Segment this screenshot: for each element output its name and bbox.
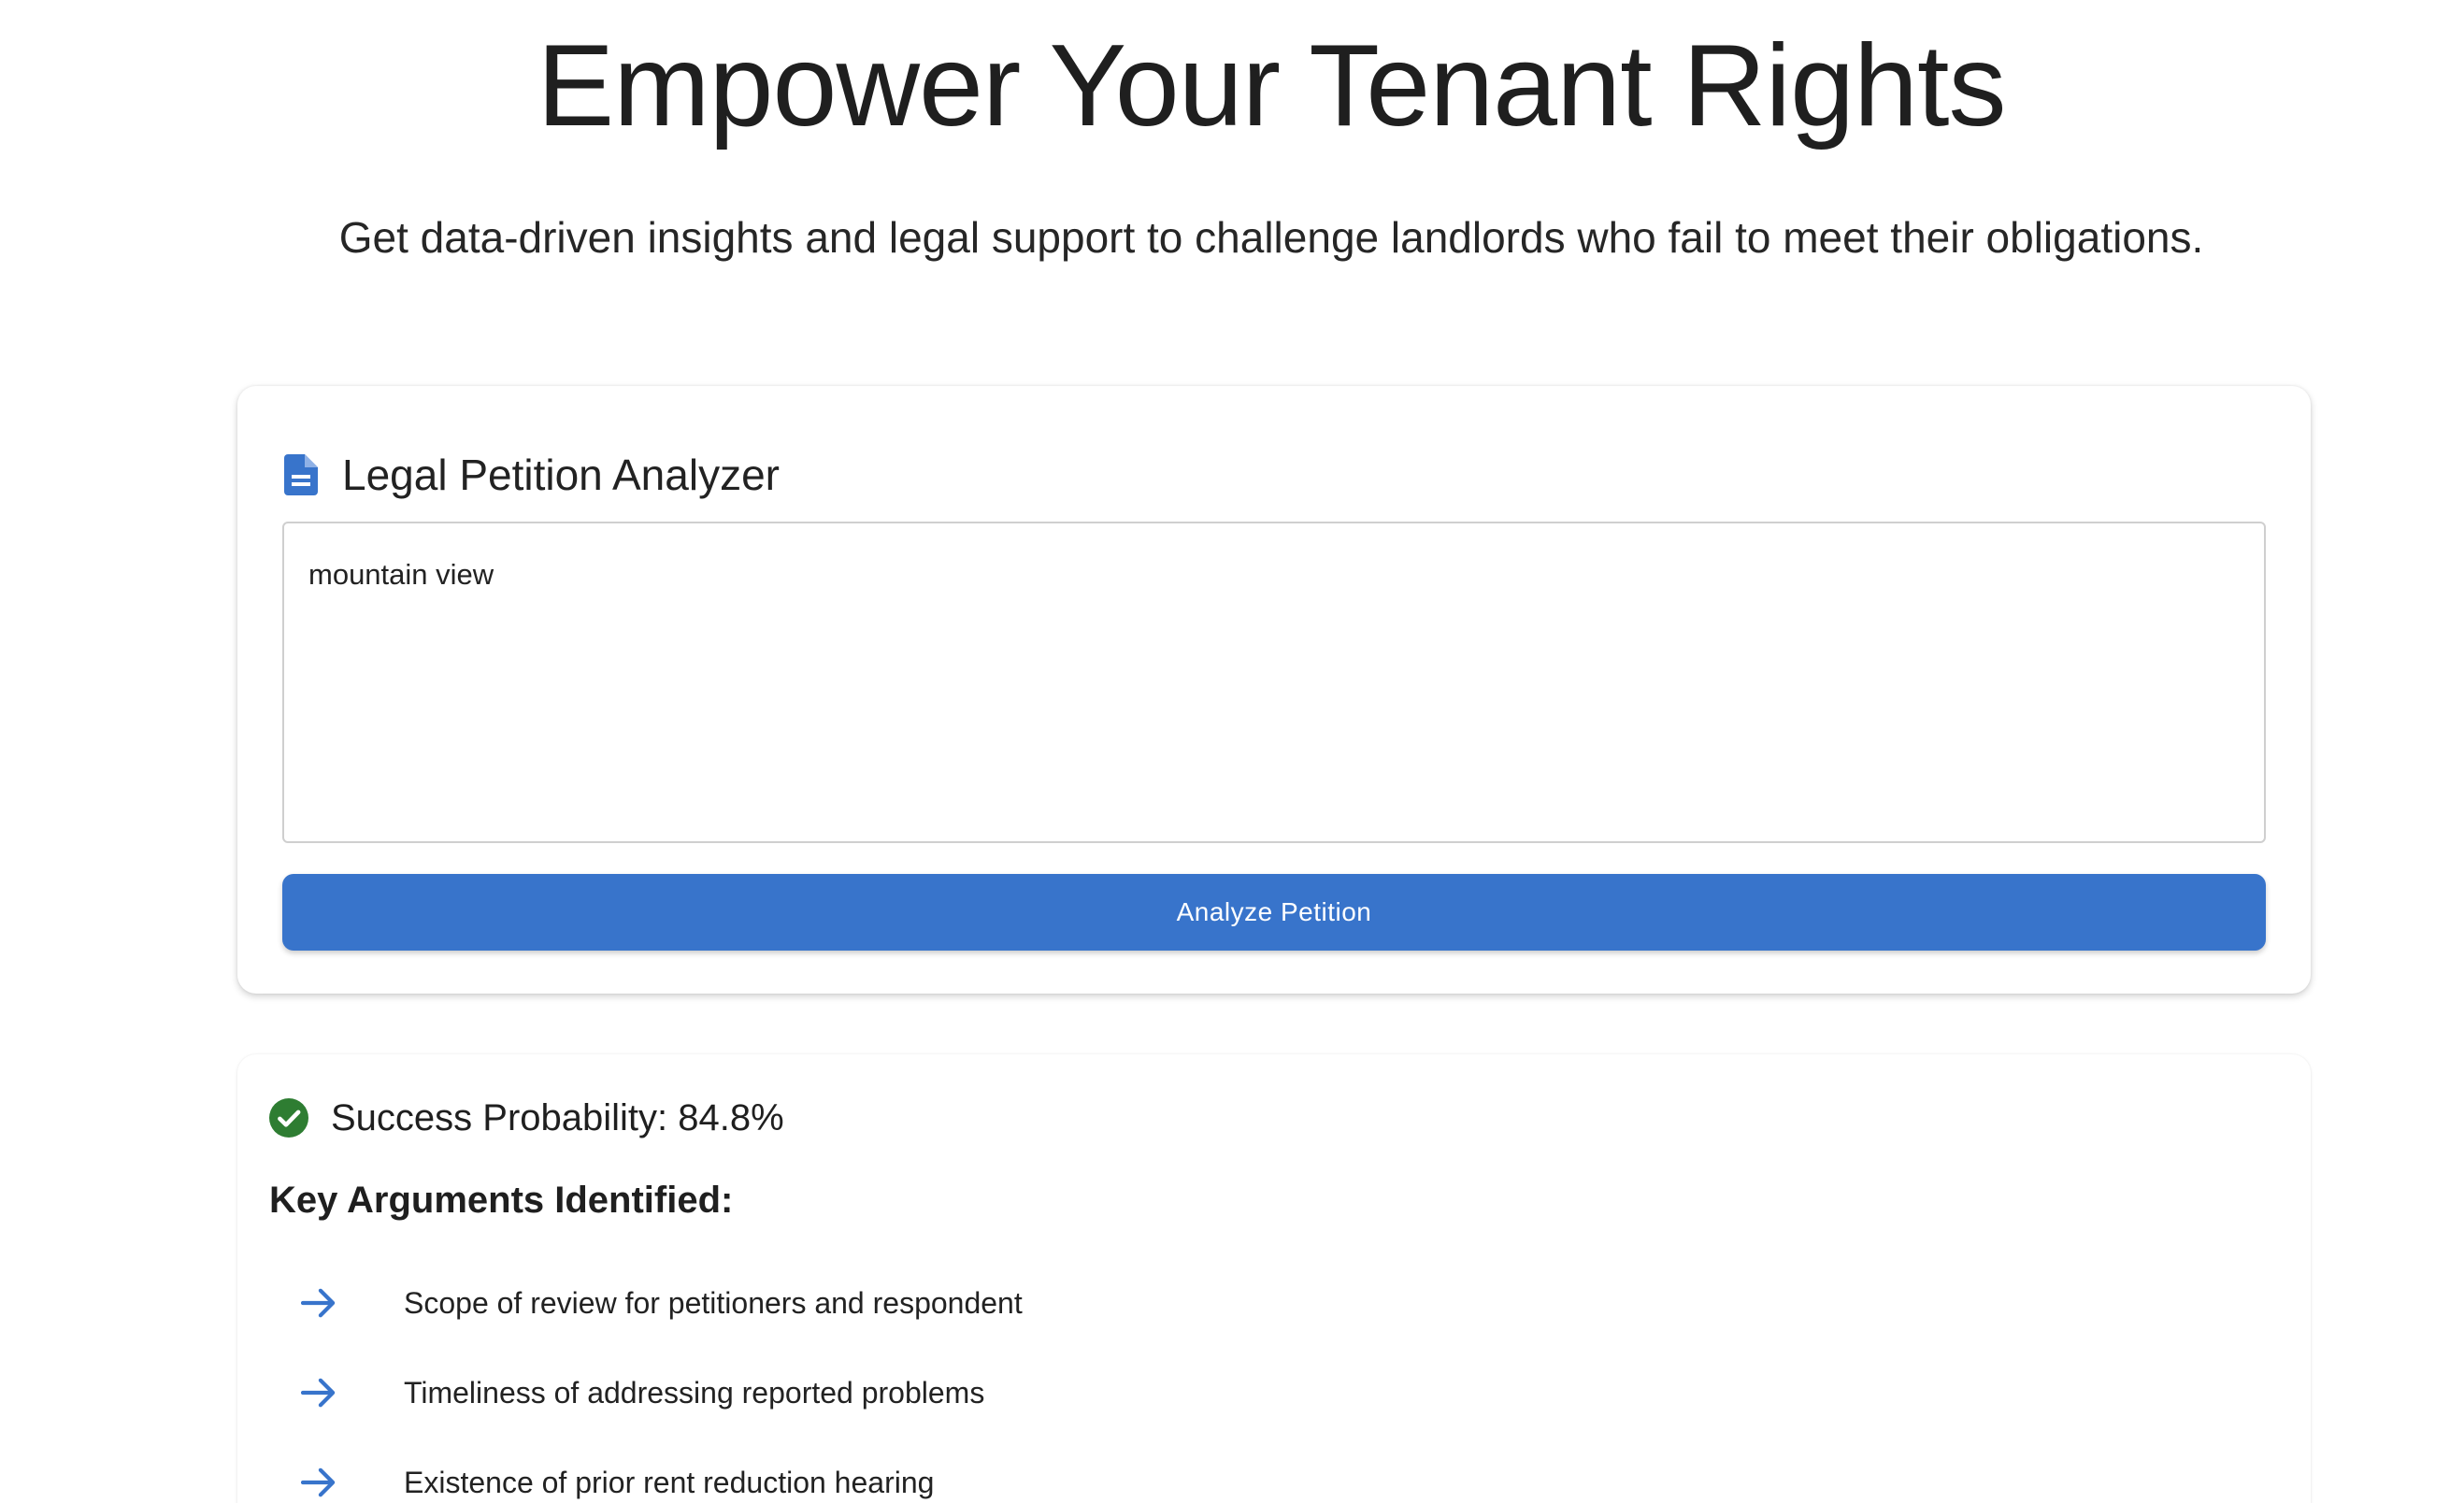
arrow-right-icon xyxy=(301,1288,336,1318)
list-item: Existence of prior rent reduction hearin… xyxy=(301,1438,1023,1503)
hero-title: Empower Your Tenant Rights xyxy=(537,21,2007,150)
analyze-petition-button[interactable]: Analyze Petition xyxy=(282,874,2266,951)
list-item: Scope of review for petitioners and resp… xyxy=(301,1258,1023,1348)
petition-text-input[interactable]: mountain view xyxy=(282,522,2266,843)
key-arguments-list: Scope of review for petitioners and resp… xyxy=(301,1258,1023,1503)
success-probability: Success Probability: 84.8% xyxy=(331,1096,784,1138)
key-arguments-heading: Key Arguments Identified: xyxy=(269,1180,734,1221)
analysis-results-card: Success Probability: 84.8% Key Arguments… xyxy=(237,1054,2311,1503)
analyzer-header: Legal Petition Analyzer xyxy=(284,433,780,517)
argument-text: Existence of prior rent reduction hearin… xyxy=(404,1465,935,1499)
list-item: Timeliness of addressing reported proble… xyxy=(301,1348,1023,1438)
check-circle-icon xyxy=(269,1098,308,1138)
document-icon xyxy=(284,454,318,495)
analyzer-title: Legal Petition Analyzer xyxy=(342,451,780,499)
success-probability-row: Success Probability: 84.8% xyxy=(269,1090,784,1146)
arrow-right-icon xyxy=(301,1467,336,1497)
argument-text: Timeliness of addressing reported proble… xyxy=(404,1375,985,1410)
argument-text: Scope of review for petitioners and resp… xyxy=(404,1285,1023,1320)
arrow-right-icon xyxy=(301,1378,336,1408)
page: Empower Your Tenant Rights Get data-driv… xyxy=(0,0,2464,1503)
petition-analyzer-card: Legal Petition Analyzer mountain view An… xyxy=(237,386,2311,994)
hero-subtitle: Get data-driven insights and legal suppo… xyxy=(338,213,2204,262)
